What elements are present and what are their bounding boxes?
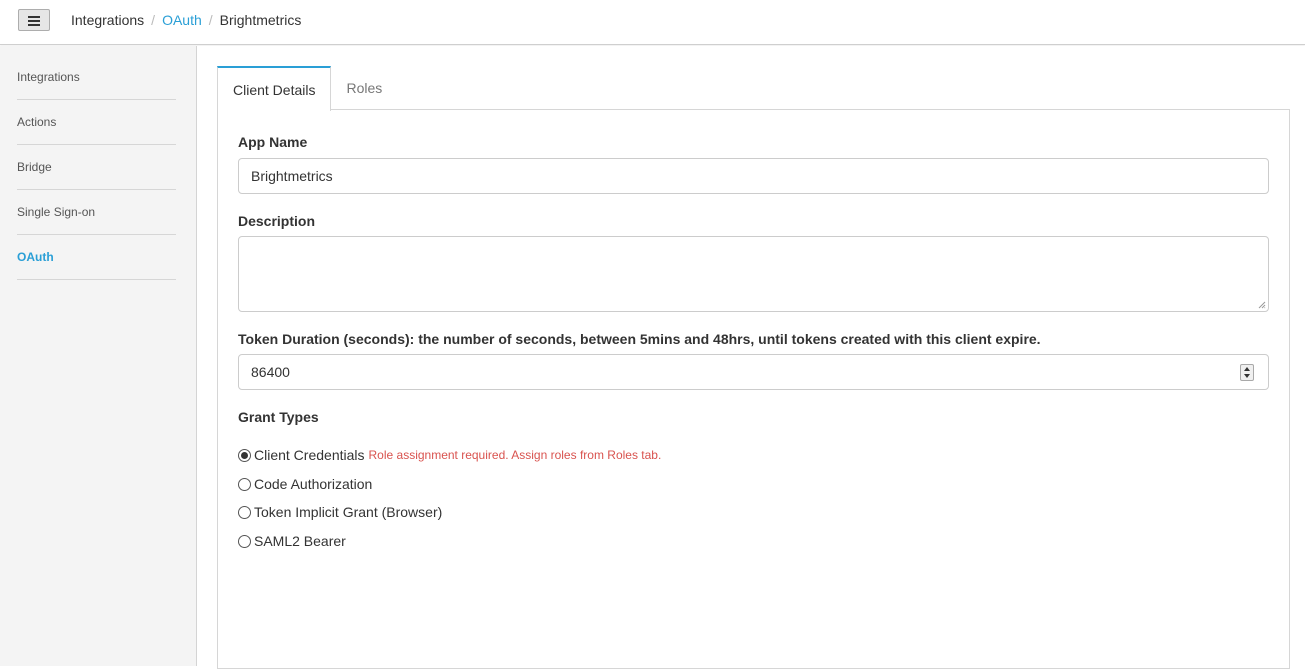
radio-token-implicit[interactable]	[238, 505, 251, 519]
breadcrumb-separator: /	[151, 12, 156, 28]
radio-saml2-bearer[interactable]	[238, 534, 251, 548]
description-textarea[interactable]	[238, 236, 1269, 312]
grant-type-label[interactable]: Code Authorization	[254, 476, 372, 492]
hamburger-icon	[28, 15, 40, 26]
breadcrumb-link-oauth[interactable]: OAuth	[162, 12, 202, 28]
role-required-note: Role assignment required. Assign roles f…	[368, 448, 662, 462]
token-duration-input[interactable]: 86400	[238, 354, 1269, 390]
grant-type-label[interactable]: Client Credentials	[254, 447, 365, 463]
client-details-panel: App Name Brightmetrics Description Token…	[217, 109, 1290, 669]
sidebar-item-integrations[interactable]: Integrations	[17, 55, 176, 100]
spinner-up-icon[interactable]	[1244, 366, 1250, 371]
number-spinner[interactable]	[1240, 364, 1254, 381]
breadcrumb-root: Integrations	[71, 12, 145, 28]
sidebar-item-bridge[interactable]: Bridge	[17, 145, 176, 190]
breadcrumb-current: Brightmetrics	[219, 12, 302, 28]
description-label: Description	[238, 213, 316, 229]
radio-code-authorization[interactable]	[238, 477, 251, 491]
tab-bar: Client Details Roles	[217, 66, 397, 111]
main-content: Client Details Roles App Name Brightmetr…	[197, 46, 1305, 669]
token-duration-value: 86400	[251, 364, 290, 380]
grant-types-label: Grant Types	[238, 409, 319, 425]
grant-type-label[interactable]: Token Implicit Grant (Browser)	[254, 504, 442, 520]
grant-type-token-implicit: Token Implicit Grant (Browser)	[238, 504, 442, 520]
tab-roles[interactable]: Roles	[331, 66, 397, 110]
tab-client-details[interactable]: Client Details	[217, 66, 332, 111]
app-name-label: App Name	[238, 134, 308, 150]
app-name-value: Brightmetrics	[251, 168, 333, 184]
top-bar: Integrations / OAuth / Brightmetrics	[0, 0, 1305, 45]
breadcrumb: Integrations / OAuth / Brightmetrics	[71, 12, 301, 28]
breadcrumb-separator: /	[208, 12, 213, 28]
sidebar-item-single-sign-on[interactable]: Single Sign-on	[17, 190, 176, 235]
app-name-input[interactable]: Brightmetrics	[238, 158, 1269, 194]
sidebar-nav: Integrations Actions Bridge Single Sign-…	[17, 55, 176, 280]
menu-toggle-button[interactable]	[18, 9, 50, 31]
resize-handle-icon[interactable]	[1258, 301, 1266, 309]
grant-type-code-authorization: Code Authorization	[238, 476, 372, 492]
sidebar-item-actions[interactable]: Actions	[17, 100, 176, 145]
grant-type-saml2-bearer: SAML2 Bearer	[238, 533, 346, 549]
grant-type-label[interactable]: SAML2 Bearer	[254, 533, 346, 549]
sidebar: Integrations Actions Bridge Single Sign-…	[0, 46, 197, 666]
sidebar-item-oauth[interactable]: OAuth	[17, 235, 176, 280]
spinner-down-icon[interactable]	[1244, 374, 1250, 379]
radio-client-credentials[interactable]	[238, 448, 251, 462]
grant-type-client-credentials: Client Credentials Role assignment requi…	[238, 447, 661, 463]
token-duration-label: Token Duration (seconds): the number of …	[238, 331, 1041, 347]
